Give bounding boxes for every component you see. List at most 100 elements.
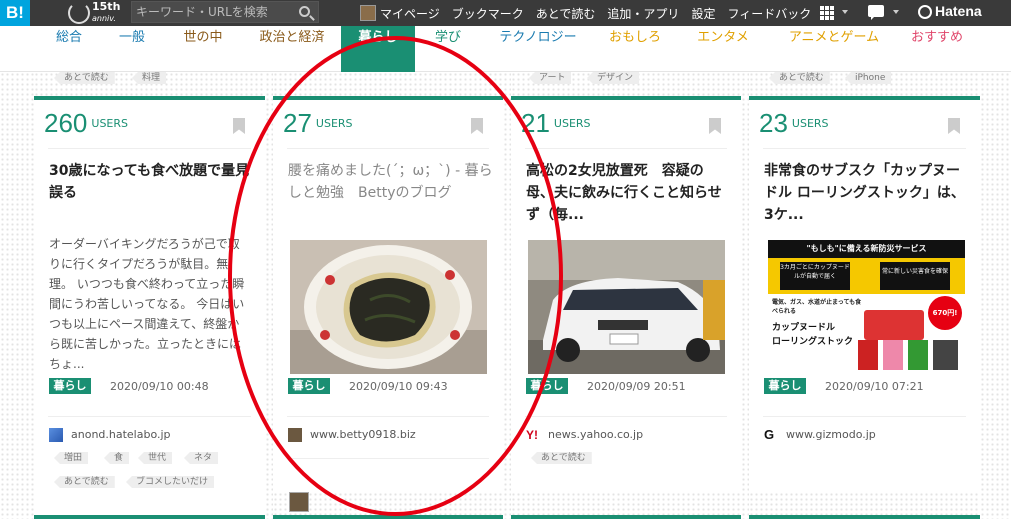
entry-date: 2020/09/09 20:51 — [587, 380, 686, 393]
nav-bookmark[interactable]: ブックマーク — [452, 5, 524, 22]
nav-mypage[interactable]: マイページ — [380, 5, 440, 22]
tag[interactable]: 料理 — [132, 72, 167, 84]
entry-title[interactable]: 30歳になっても食べ放題で量見誤る — [49, 160, 255, 204]
tab-society[interactable]: 世の中 — [172, 26, 234, 72]
tab-life[interactable]: 暮らし — [341, 26, 415, 72]
category-badge[interactable]: 暮らし — [764, 378, 806, 394]
search-icon[interactable] — [299, 6, 310, 17]
prev-entry-tags — [273, 72, 503, 96]
hatena-bookmark-logo[interactable]: B! — [0, 0, 30, 26]
site-favicon-icon — [49, 428, 63, 442]
divider — [525, 416, 727, 417]
notification-icon[interactable] — [868, 5, 884, 20]
nav-add-apps[interactable]: 追加・アプリ — [607, 5, 679, 22]
entry-excerpt: オーダーバイキングだろうが己で取りに行くタイプだろうが駄目。無理。 いつつも食べ… — [49, 237, 245, 371]
entry-column: あとで読む 料理 260 USERS 30歳になっても食べ放題で量見誤る オーダー… — [34, 72, 265, 519]
apps-grid-icon[interactable] — [820, 6, 834, 20]
anniv-number: 15th — [92, 0, 121, 13]
tab-anime-game[interactable]: アニメとゲーム — [776, 26, 892, 72]
prev-entry-tags: あとで読む iPhone — [749, 72, 980, 96]
site-domain[interactable]: www.gizmodo.jp — [786, 428, 876, 441]
entry-date: 2020/09/10 00:48 — [110, 380, 209, 393]
product-image — [858, 340, 958, 370]
ad-text: 電気、ガス、水道が止まっても食べられる — [772, 299, 862, 315]
hatena-brand[interactable]: Hatena — [935, 3, 982, 19]
divider — [763, 416, 966, 417]
tab-knowledge[interactable]: 学び — [425, 26, 471, 72]
entry-column: アート デザイン 21 USERS 高松の2女児放置死 容疑の母、夫に飲みに行くこ… — [511, 72, 741, 519]
tag[interactable]: アート — [529, 72, 572, 84]
divider — [287, 416, 489, 417]
user-count[interactable]: 260 USERS — [44, 108, 128, 139]
bookmark-icon[interactable] — [233, 118, 245, 134]
bookmark-icon[interactable] — [471, 118, 483, 134]
nav-settings[interactable]: 設定 — [691, 5, 715, 22]
category-badge[interactable]: 暮らし — [526, 378, 568, 394]
tab-technology[interactable]: テクノロジー — [490, 26, 586, 72]
divider — [48, 148, 251, 149]
search-box — [131, 1, 319, 23]
entry-card: 23 USERS 非常食のサブスク「カップヌードル ローリングストック」は、3ケ.… — [749, 96, 980, 492]
divider — [525, 148, 727, 149]
hatena-logo-icon[interactable] — [918, 5, 932, 19]
tag[interactable]: 食 — [104, 452, 130, 464]
tag[interactable]: ブコメしたいだけ — [126, 476, 215, 488]
chevron-down-icon[interactable] — [893, 10, 899, 14]
pasta-dish-image — [290, 240, 487, 374]
gizmodo-favicon-icon: G — [764, 427, 775, 442]
entry-column: あとで読む iPhone 23 USERS 非常食のサブスク「カップヌードル ロー… — [749, 72, 980, 519]
gutter — [503, 72, 511, 519]
ad-headline: "もしも"に備える新防災サービス — [768, 240, 965, 258]
tag[interactable]: あとで読む — [769, 72, 830, 84]
gutter — [273, 492, 503, 515]
user-avatar[interactable] — [289, 492, 309, 512]
gutter — [511, 492, 741, 515]
user-avatar[interactable] — [360, 5, 376, 21]
entry-thumbnail[interactable] — [528, 240, 725, 374]
tab-general[interactable]: 一般 — [107, 26, 157, 72]
entry-thumbnail[interactable] — [290, 240, 487, 374]
user-count[interactable]: 21 USERS — [521, 108, 591, 139]
tag[interactable]: 増田 — [54, 452, 89, 464]
anniv-text: anniv. — [92, 14, 116, 23]
nav-read-later[interactable]: あとで読む — [536, 5, 596, 22]
next-card-border — [273, 515, 503, 519]
site-domain[interactable]: www.betty0918.biz — [310, 428, 416, 441]
laurel-wreath-icon — [68, 2, 90, 24]
entry-thumbnail[interactable]: "もしも"に備える新防災サービス 3カ月ごとにカップヌードルが自動で届く 常に新… — [768, 240, 965, 374]
gutter — [749, 492, 980, 515]
tag[interactable]: デザイン — [587, 72, 640, 84]
entry-title[interactable]: 非常食のサブスク「カップヌードル ローリングストック」は、3ケ... — [764, 160, 968, 226]
ad-text: ローリングストック — [772, 337, 854, 347]
tag[interactable]: ネタ — [184, 452, 219, 464]
tag[interactable]: あとで読む — [54, 72, 115, 84]
tab-entertainment[interactable]: エンタメ — [690, 26, 756, 72]
category-badge[interactable]: 暮らし — [49, 378, 91, 394]
tab-recommended[interactable]: おすすめ — [904, 26, 970, 72]
tag[interactable]: iPhone — [845, 72, 892, 84]
entry-card: 27 USERS 腰を痛めました(´；ω；`) - 暮らしと勉強 Bettyのブロ… — [273, 96, 503, 492]
tag[interactable]: あとで読む — [54, 476, 115, 488]
category-nav: 総合 一般 世の中 政治と経済 暮らし 学び テクノロジー おもしろ エンタメ … — [0, 26, 1011, 72]
divider — [48, 416, 251, 417]
entry-title[interactable]: 腰を痛めました(´；ω；`) - 暮らしと勉強 Bettyのブログ — [288, 160, 494, 204]
entry-title[interactable]: 高松の2女児放置死 容疑の母、夫に飲みに行くこと知らせず（毎... — [526, 160, 730, 226]
user-count[interactable]: 23 USERS — [759, 108, 829, 139]
bookmark-icon[interactable] — [709, 118, 721, 134]
next-card-border — [511, 515, 741, 519]
user-count[interactable]: 27 USERS — [283, 108, 353, 139]
chevron-down-icon[interactable] — [842, 10, 848, 14]
site-domain[interactable]: anond.hatelabo.jp — [71, 428, 171, 441]
entry-date: 2020/09/10 09:43 — [349, 380, 448, 393]
tag[interactable]: 世代 — [138, 452, 173, 464]
category-badge[interactable]: 暮らし — [288, 378, 330, 394]
tab-fun[interactable]: おもしろ — [602, 26, 668, 72]
tag[interactable]: あとで読む — [531, 452, 592, 464]
tab-general-top[interactable]: 総合 — [44, 26, 94, 72]
tab-politics-economy[interactable]: 政治と経済 — [251, 26, 333, 72]
nav-feedback[interactable]: フィードバック — [727, 5, 811, 22]
search-input[interactable] — [136, 4, 296, 20]
bookmark-icon[interactable] — [948, 118, 960, 134]
ad-text: カップヌードル — [772, 323, 836, 333]
site-domain[interactable]: news.yahoo.co.jp — [548, 428, 643, 441]
